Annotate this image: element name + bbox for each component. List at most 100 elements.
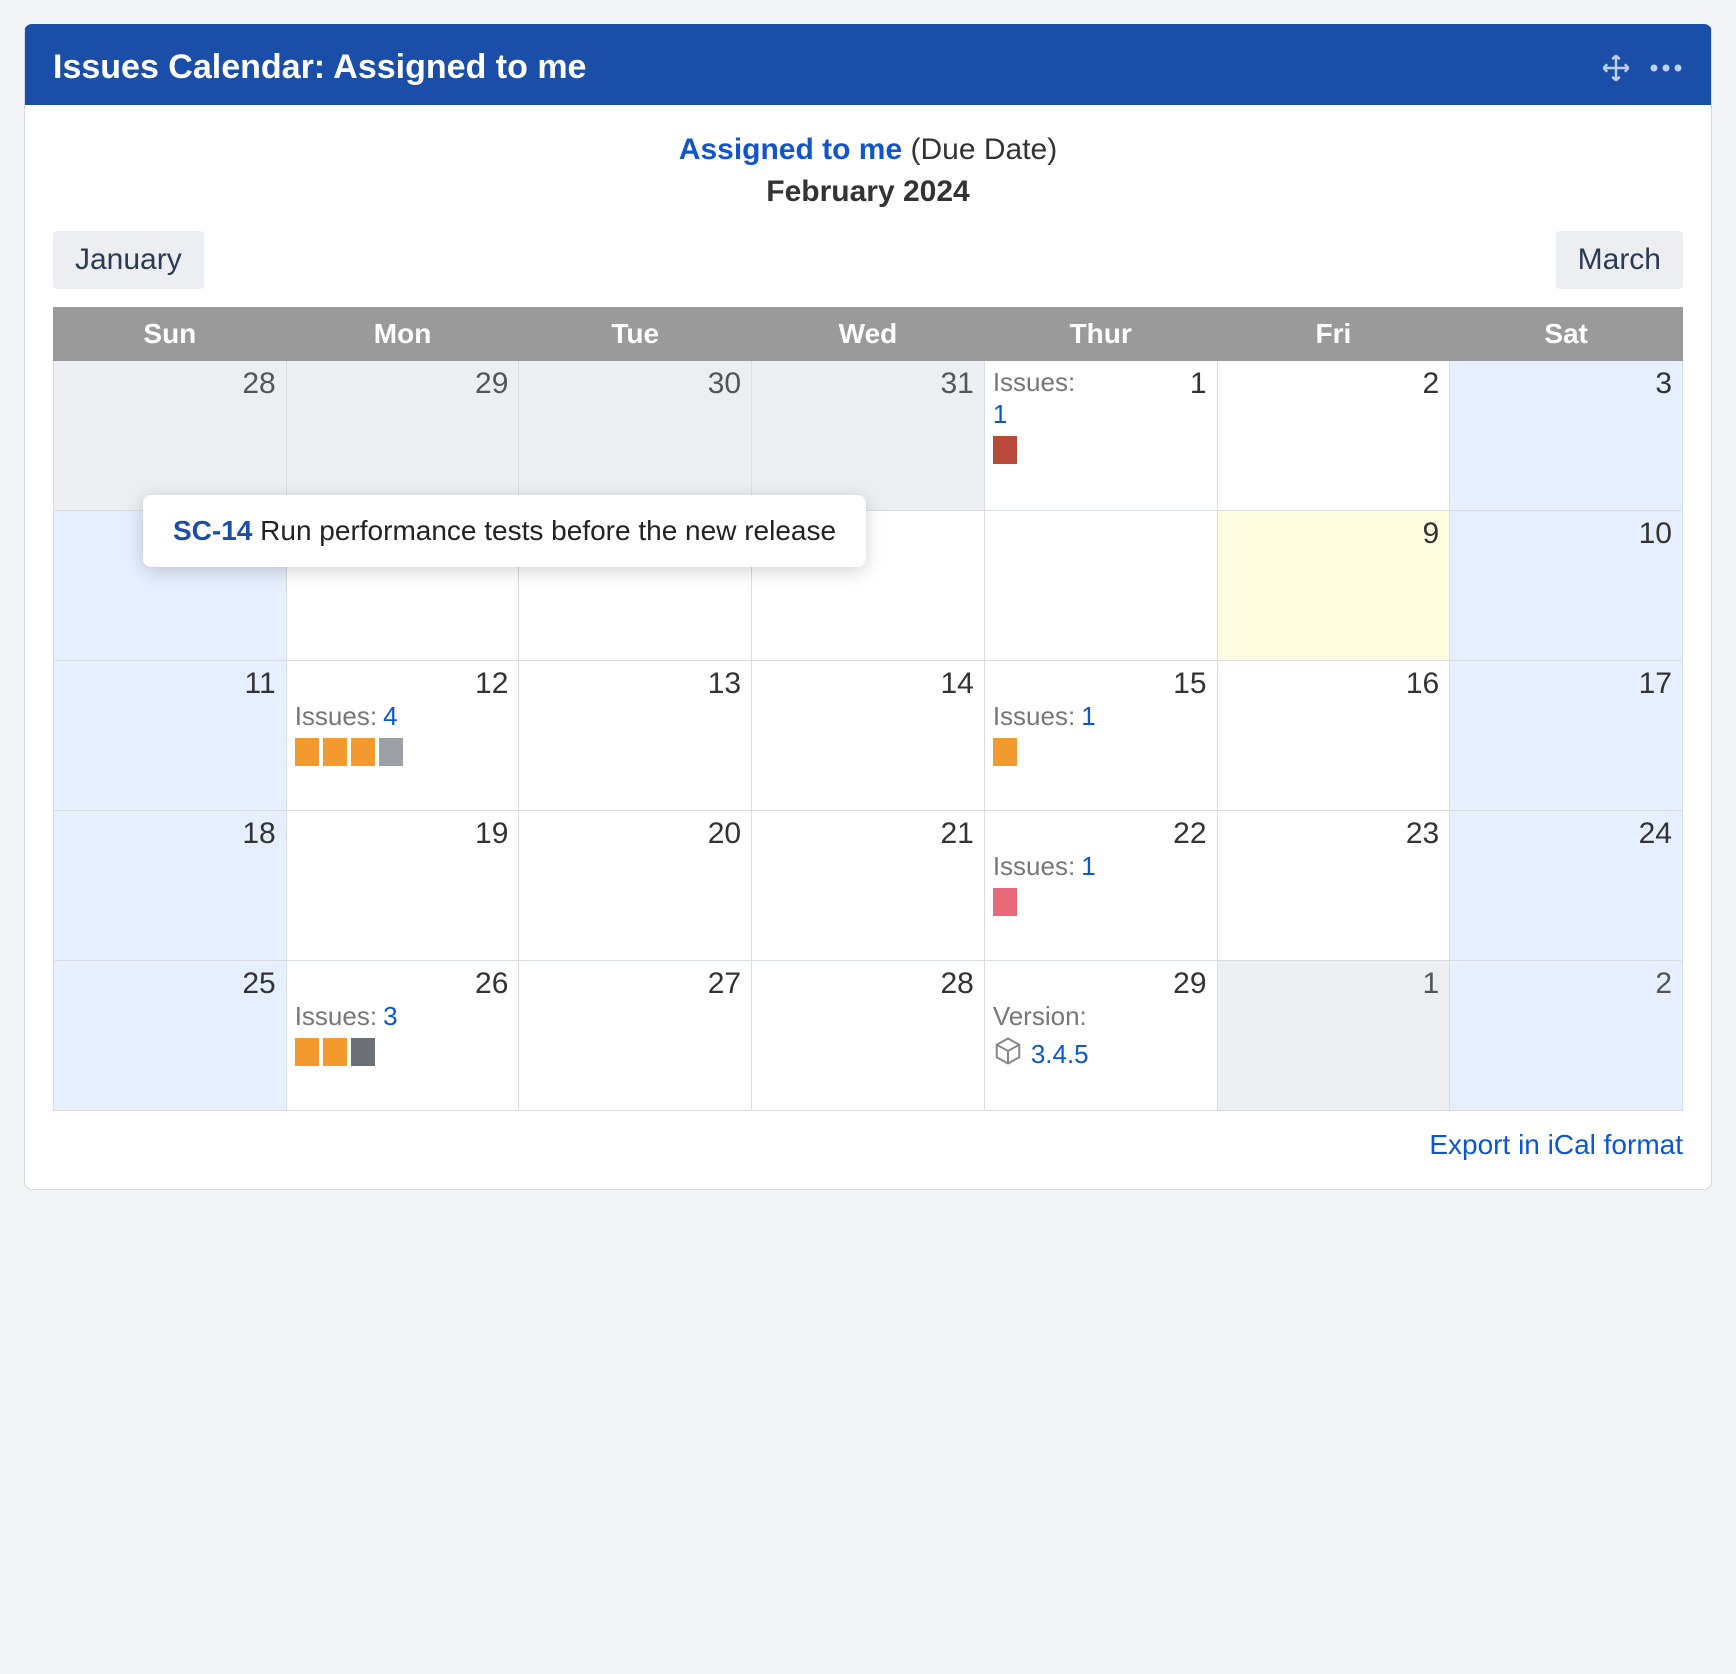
cal-cell-today[interactable]: 9 <box>1217 511 1450 661</box>
dayhead-mon: Mon <box>286 308 519 361</box>
export-ical-link[interactable]: Export in iCal format <box>1429 1129 1683 1160</box>
priority-chip[interactable] <box>351 1038 375 1066</box>
panel-actions <box>1601 53 1683 83</box>
issues-count[interactable]: 1 <box>1081 851 1095 882</box>
version-number[interactable]: 3.4.5 <box>1031 1039 1089 1070</box>
cal-cell[interactable]: 12 Issues: 4 <box>286 661 519 811</box>
cal-cell[interactable] <box>984 511 1217 661</box>
filter-link[interactable]: Assigned to me <box>679 133 902 166</box>
current-month: February 2024 <box>766 175 969 208</box>
cal-cell[interactable]: 20 <box>519 811 752 961</box>
issues-line: Issues: 1 <box>993 851 1207 882</box>
dayhead-sat: Sat <box>1450 308 1683 361</box>
cal-cell[interactable]: 29 <box>286 361 519 511</box>
priority-chip[interactable] <box>295 1038 319 1066</box>
tooltip-issue-summary: Run performance tests before the new rel… <box>260 515 836 546</box>
cal-cell[interactable]: 31 <box>752 361 985 511</box>
cal-cell[interactable]: 3 <box>1450 361 1683 511</box>
panel-header: Issues Calendar: Assigned to me <box>25 30 1711 105</box>
cal-cell[interactable]: 1 <box>1217 961 1450 1111</box>
cal-cell[interactable]: 28 <box>54 361 287 511</box>
calendar-wrapper: Sun Mon Tue Wed Thur Fri Sat 28 29 30 31 <box>53 307 1683 1111</box>
cal-cell[interactable]: 30 <box>519 361 752 511</box>
day-number: 21 <box>760 817 974 851</box>
cal-cell[interactable]: 27 <box>519 961 752 1111</box>
day-number: 31 <box>760 367 974 401</box>
priority-chips <box>295 1038 509 1066</box>
day-number: 30 <box>527 367 741 401</box>
day-number: 15 <box>993 667 1207 701</box>
cal-cell[interactable]: 23 <box>1217 811 1450 961</box>
priority-chips <box>993 888 1207 916</box>
day-number: 29 <box>993 967 1207 1001</box>
dayhead-wed: Wed <box>752 308 985 361</box>
cal-cell[interactable]: 21 <box>752 811 985 961</box>
issues-line: Issues: <box>993 367 1075 398</box>
day-number: 13 <box>527 667 741 701</box>
day-number: 29 <box>295 367 509 401</box>
issue-tooltip: SC-14 Run performance tests before the n… <box>143 495 866 567</box>
cal-cell[interactable]: 10 <box>1450 511 1683 661</box>
cal-cell[interactable]: 2 <box>1217 361 1450 511</box>
issues-label: Issues: <box>295 701 377 732</box>
tooltip-issue-key[interactable]: SC-14 <box>173 515 252 546</box>
day-number: 10 <box>1458 517 1672 551</box>
day-number: 24 <box>1458 817 1672 851</box>
issues-count[interactable]: 1 <box>993 399 1007 430</box>
cal-cell[interactable]: Issues: 1 1 <box>984 361 1217 511</box>
calendar-grid: Sun Mon Tue Wed Thur Fri Sat 28 29 30 31 <box>53 307 1683 1111</box>
next-month-button[interactable]: March <box>1556 231 1683 289</box>
cal-cell[interactable]: 25 <box>54 961 287 1111</box>
move-icon[interactable] <box>1601 53 1631 83</box>
cal-cell[interactable]: 16 <box>1217 661 1450 811</box>
priority-chips <box>295 738 509 766</box>
day-number: 1 <box>1226 967 1440 1001</box>
package-icon <box>993 1036 1023 1073</box>
cal-cell[interactable]: 2 <box>1450 961 1683 1111</box>
priority-chip[interactable] <box>295 738 319 766</box>
cal-cell[interactable]: 19 <box>286 811 519 961</box>
day-number: 1 <box>1190 367 1207 401</box>
issues-label: Issues: <box>993 851 1075 882</box>
priority-chip[interactable] <box>379 738 403 766</box>
priority-chip[interactable] <box>993 436 1017 464</box>
priority-chip[interactable] <box>351 738 375 766</box>
dayhead-sun: Sun <box>54 308 287 361</box>
more-icon[interactable] <box>1649 63 1683 73</box>
priority-chip[interactable] <box>323 1038 347 1066</box>
cal-cell[interactable]: 28 <box>752 961 985 1111</box>
priority-chip[interactable] <box>993 738 1017 766</box>
cal-cell[interactable]: 17 <box>1450 661 1683 811</box>
priority-chip[interactable] <box>323 738 347 766</box>
cal-cell[interactable]: 11 <box>54 661 287 811</box>
day-number: 2 <box>1226 367 1440 401</box>
cal-cell[interactable]: 26 Issues: 3 <box>286 961 519 1111</box>
cal-cell[interactable]: 15 Issues: 1 <box>984 661 1217 811</box>
issues-label: Issues: <box>295 1001 377 1032</box>
cal-cell[interactable]: 18 <box>54 811 287 961</box>
day-number: 3 <box>1458 367 1672 401</box>
day-number: 20 <box>527 817 741 851</box>
cal-cell[interactable]: 22 Issues: 1 <box>984 811 1217 961</box>
issues-count[interactable]: 4 <box>383 701 397 732</box>
issues-count[interactable]: 3 <box>383 1001 397 1032</box>
calendar-title: Assigned to me (Due Date) February 2024 <box>53 129 1683 213</box>
cal-cell[interactable]: 14 <box>752 661 985 811</box>
version-row[interactable]: 3.4.5 <box>993 1036 1207 1073</box>
cal-cell[interactable]: 13 <box>519 661 752 811</box>
cal-cell[interactable]: 24 <box>1450 811 1683 961</box>
cal-cell[interactable]: 29 Version: 3.4.5 <box>984 961 1217 1111</box>
day-number: 11 <box>62 667 276 701</box>
day-number: 9 <box>1226 517 1440 551</box>
priority-chip[interactable] <box>993 888 1017 916</box>
panel-body: Assigned to me (Due Date) February 2024 … <box>25 105 1711 1189</box>
day-number: 25 <box>62 967 276 1001</box>
issues-count[interactable]: 1 <box>1081 701 1095 732</box>
dayhead-fri: Fri <box>1217 308 1450 361</box>
issues-calendar-panel: Issues Calendar: Assigned to me Assigned… <box>24 24 1712 1190</box>
month-nav: January March <box>53 231 1683 289</box>
day-number: 26 <box>295 967 509 1001</box>
prev-month-button[interactable]: January <box>53 231 204 289</box>
issues-label: Issues: <box>993 367 1075 398</box>
day-number: 18 <box>62 817 276 851</box>
